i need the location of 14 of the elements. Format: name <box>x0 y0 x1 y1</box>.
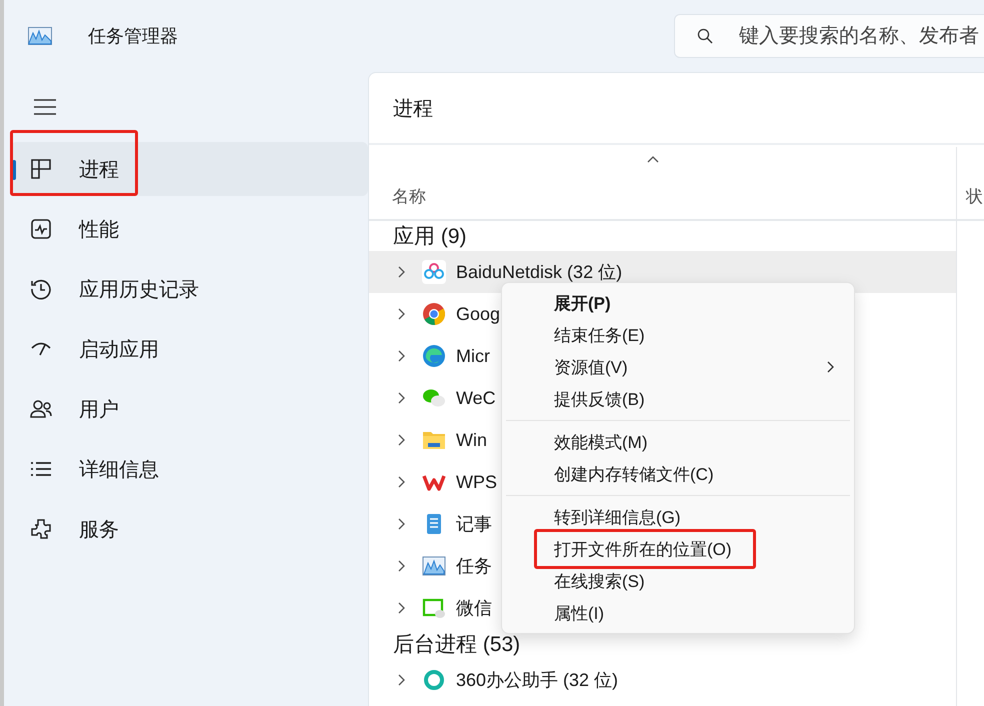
group-heading: 应用 (9) <box>392 224 468 250</box>
process-name: WeC <box>456 388 496 408</box>
group-heading: 后台进程 (53) <box>392 632 522 658</box>
process-name: 记事 <box>456 513 492 536</box>
process-name: Goog <box>456 304 500 324</box>
process-name: 微信 <box>456 597 492 620</box>
process-name: 360办公助手 (32 位) <box>456 669 618 692</box>
page-title: 进程 <box>369 73 984 145</box>
window-title: 任务管理器 <box>88 25 178 48</box>
process-name: WPS <box>456 472 498 492</box>
process-name: Micr <box>456 346 490 366</box>
process-name: Win <box>456 430 487 450</box>
process-name: 任务 <box>456 555 492 578</box>
process-name: BaiduNetdisk (32 位) <box>456 261 622 284</box>
